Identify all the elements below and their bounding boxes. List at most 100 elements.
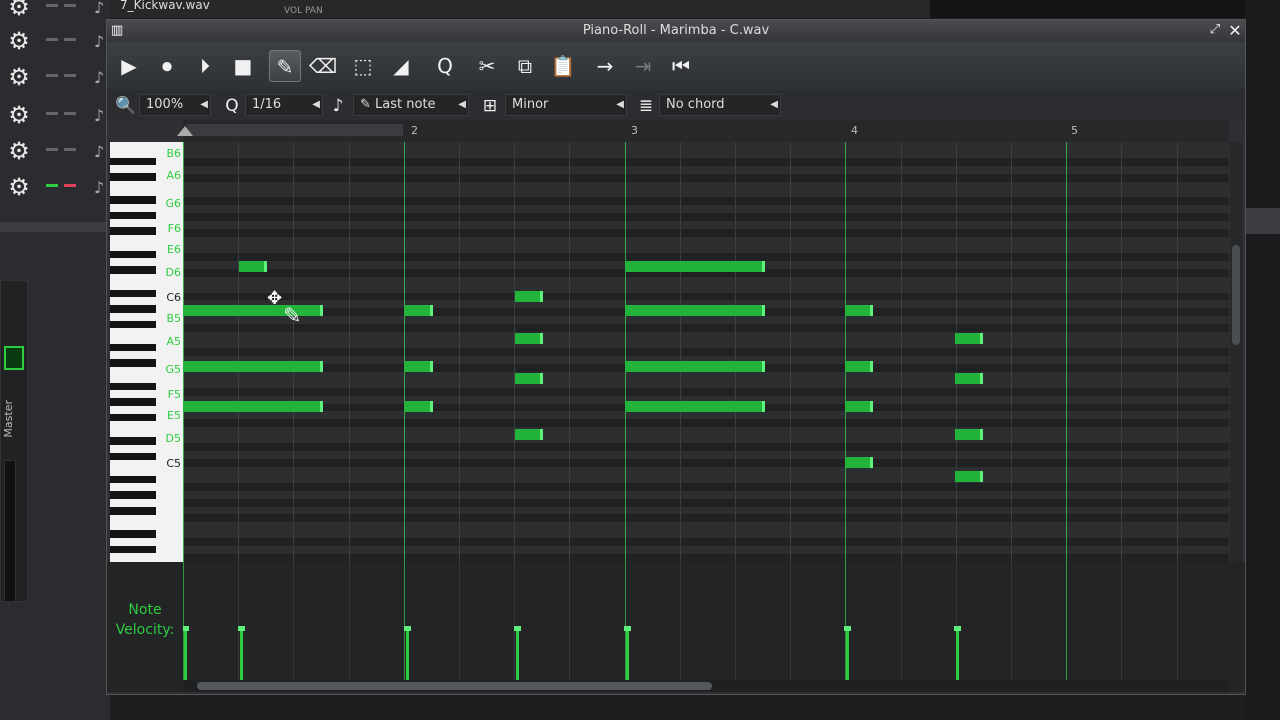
paste-button[interactable]: 📋 bbox=[547, 50, 579, 82]
note-block[interactable] bbox=[625, 261, 765, 272]
velocity-bar[interactable] bbox=[406, 628, 409, 680]
solo-indicator[interactable] bbox=[64, 74, 76, 77]
solo-indicator[interactable] bbox=[64, 148, 76, 151]
stop-button[interactable]: ■ bbox=[227, 50, 259, 82]
note-block[interactable] bbox=[955, 471, 983, 482]
mute-indicator[interactable] bbox=[46, 112, 58, 115]
vertical-scrollbar[interactable] bbox=[1230, 142, 1242, 562]
close-button[interactable]: ✕ bbox=[1227, 21, 1243, 40]
to-start-button[interactable]: ⏮ bbox=[665, 50, 697, 82]
note-block[interactable] bbox=[405, 305, 433, 316]
black-key[interactable] bbox=[110, 382, 156, 391]
velocity-handle[interactable] bbox=[844, 626, 851, 631]
cut-button[interactable]: ✂ bbox=[471, 50, 503, 82]
solo-indicator[interactable] bbox=[64, 38, 76, 41]
gear-icon[interactable]: ⚙ bbox=[6, 138, 32, 164]
gear-icon[interactable]: ⚙ bbox=[6, 28, 32, 54]
velocity-bar[interactable] bbox=[516, 628, 519, 680]
note-block[interactable] bbox=[183, 401, 323, 412]
note-block[interactable] bbox=[515, 333, 543, 344]
black-key[interactable] bbox=[110, 437, 156, 445]
note-block[interactable] bbox=[515, 291, 543, 302]
play-button[interactable]: ▶ bbox=[113, 50, 145, 82]
black-key[interactable] bbox=[110, 173, 156, 181]
mute-indicator[interactable] bbox=[46, 4, 58, 7]
note-block[interactable] bbox=[845, 361, 873, 372]
mute-indicator[interactable] bbox=[46, 184, 58, 187]
mute-indicator[interactable] bbox=[46, 74, 58, 77]
velocity-handle[interactable] bbox=[183, 626, 189, 631]
note-block[interactable] bbox=[955, 333, 983, 344]
black-key[interactable] bbox=[110, 413, 156, 422]
black-key[interactable] bbox=[110, 475, 156, 484]
velocity-handle[interactable] bbox=[404, 626, 411, 631]
black-key[interactable] bbox=[110, 266, 156, 274]
loop-region[interactable] bbox=[187, 124, 403, 136]
black-key[interactable] bbox=[110, 507, 156, 515]
black-key[interactable] bbox=[110, 452, 156, 461]
black-key[interactable] bbox=[110, 157, 156, 166]
note-block[interactable] bbox=[845, 457, 873, 468]
note-block[interactable] bbox=[183, 305, 323, 316]
note-block[interactable] bbox=[625, 305, 765, 316]
follow-button[interactable]: ⇥ bbox=[627, 50, 659, 82]
black-key[interactable] bbox=[110, 196, 156, 204]
black-key[interactable] bbox=[110, 305, 156, 313]
note-block[interactable] bbox=[845, 401, 873, 412]
master-mute-button[interactable] bbox=[4, 346, 24, 370]
note-block[interactable] bbox=[515, 429, 543, 440]
black-key[interactable] bbox=[110, 359, 156, 367]
zoom-select[interactable]: 100% ◀ bbox=[139, 94, 211, 116]
velocity-handle[interactable] bbox=[624, 626, 631, 631]
velocity-grid[interactable] bbox=[183, 562, 1229, 680]
solo-indicator[interactable] bbox=[64, 4, 76, 7]
note-block[interactable] bbox=[405, 361, 433, 372]
solo-indicator[interactable] bbox=[64, 184, 76, 187]
record-button[interactable]: ⏺ bbox=[151, 50, 183, 82]
black-key[interactable] bbox=[110, 211, 156, 220]
playhead-marker[interactable] bbox=[177, 126, 193, 136]
mute-indicator[interactable] bbox=[46, 38, 58, 41]
velocity-bar[interactable] bbox=[626, 628, 629, 680]
velocity-handle[interactable] bbox=[514, 626, 521, 631]
note-block[interactable] bbox=[405, 401, 433, 412]
select-mode-button[interactable]: ⬚ bbox=[347, 50, 379, 82]
title-bar[interactable]: ▥ Piano-Roll - Marimba - C.wav ⤢ ✕ bbox=[107, 20, 1245, 42]
note-block[interactable] bbox=[515, 373, 543, 384]
gear-icon[interactable]: ⚙ bbox=[6, 0, 32, 20]
record-play-button[interactable]: ⏵ bbox=[189, 50, 221, 82]
note-block[interactable] bbox=[625, 361, 765, 372]
velocity-handle[interactable] bbox=[954, 626, 961, 631]
copy-button[interactable]: ⧉ bbox=[509, 50, 541, 82]
black-key[interactable] bbox=[110, 250, 156, 259]
gear-icon[interactable]: ⚙ bbox=[6, 102, 32, 128]
note-block[interactable] bbox=[845, 305, 873, 316]
erase-mode-button[interactable]: ⌫ bbox=[307, 50, 339, 82]
note-block[interactable] bbox=[183, 361, 323, 372]
note-grid[interactable] bbox=[183, 142, 1229, 562]
piano-keyboard[interactable]: F7E7D7C7B6A6G6F6E6D6C6B5A5G5F5E5D5C5 bbox=[110, 142, 183, 562]
black-key[interactable] bbox=[110, 545, 156, 554]
note-length-select[interactable]: ✎ Last note ◀ bbox=[353, 94, 469, 116]
gear-icon[interactable]: ⚙ bbox=[6, 174, 32, 200]
note-block[interactable] bbox=[955, 429, 983, 440]
detune-mode-button[interactable]: ◢ bbox=[385, 50, 417, 82]
mute-indicator[interactable] bbox=[46, 148, 58, 151]
velocity-bar[interactable] bbox=[184, 628, 187, 680]
velocity-bar[interactable] bbox=[846, 628, 849, 680]
note-block[interactable] bbox=[955, 373, 983, 384]
velocity-bar[interactable] bbox=[240, 628, 243, 680]
maximize-button[interactable]: ⤢ bbox=[1207, 22, 1223, 38]
vertical-scroll-thumb[interactable] bbox=[1232, 245, 1240, 345]
solo-indicator[interactable] bbox=[64, 112, 76, 115]
quantize-button[interactable]: Q bbox=[429, 50, 461, 82]
velocity-bar[interactable] bbox=[956, 628, 959, 680]
black-key[interactable] bbox=[110, 530, 156, 538]
black-key[interactable] bbox=[110, 343, 156, 352]
stop-follow-button[interactable]: → bbox=[589, 50, 621, 82]
gear-icon[interactable]: ⚙ bbox=[6, 64, 32, 90]
scale-select[interactable]: Minor ◀ bbox=[505, 94, 627, 116]
horizontal-scroll-thumb[interactable] bbox=[197, 682, 712, 690]
quantize-select[interactable]: 1/16 ◀ bbox=[245, 94, 323, 116]
black-key[interactable] bbox=[110, 491, 156, 499]
